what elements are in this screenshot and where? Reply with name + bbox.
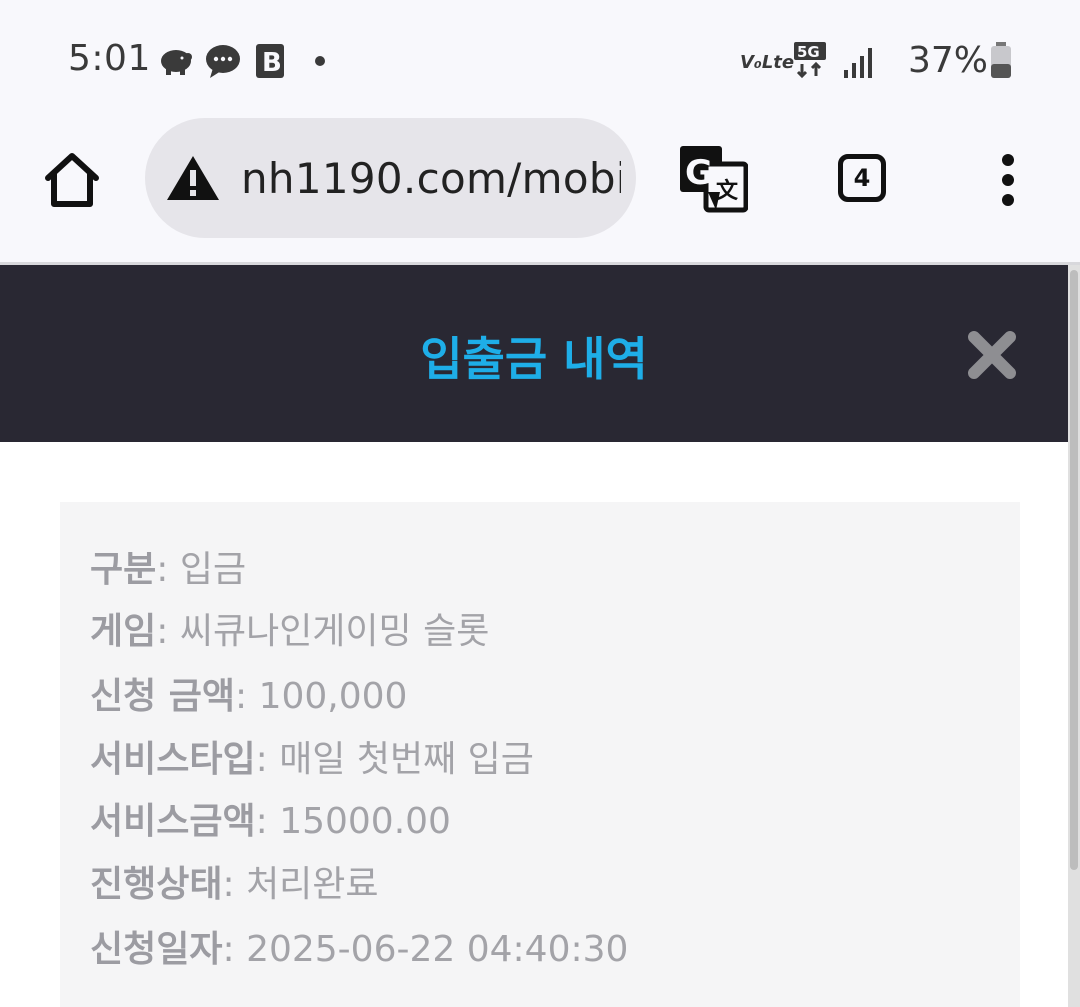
svg-text:5G: 5G: [797, 43, 820, 61]
detail-label: 신청 금액: [90, 676, 236, 717]
url-text: nh1190.com/mobi: [241, 154, 621, 203]
battery-icon: [991, 42, 1011, 78]
transaction-detail-box: 구분: 입금 게임: 씨큐나인게이밍 슬롯 신청 금액: 100,000 서비스…: [60, 502, 1020, 1007]
b-app-icon: B: [256, 44, 284, 78]
piggy-bank-icon: [161, 50, 192, 75]
scroll-thumb[interactable]: [1070, 270, 1078, 870]
detail-value: 입금: [179, 549, 247, 590]
volte-icon: V₀Lte: [740, 52, 794, 73]
detail-label: 서비스금액: [90, 801, 256, 842]
more-dot-icon: [315, 56, 325, 66]
browser-toolbar: nh1190.com/mobi G 文 4: [0, 118, 1080, 263]
warning-icon[interactable]: [165, 154, 221, 202]
detail-label: 서비스타입: [90, 739, 256, 780]
svg-text:G: G: [685, 153, 713, 193]
signal-strength-icon: [843, 48, 872, 78]
signal-icons: V₀Lte 5G: [740, 42, 872, 79]
detail-row-service-amount: 서비스금액: 15000.00: [90, 801, 451, 842]
close-icon[interactable]: [966, 329, 1018, 381]
detail-row-type: 구분: 입금: [90, 549, 247, 590]
detail-value: 매일 첫번째 입금: [279, 739, 534, 780]
detail-value: 씨큐나인게이밍 슬롯: [179, 611, 490, 652]
detail-row-amount: 신청 금액: 100,000: [90, 676, 408, 717]
detail-label: 구분: [90, 549, 157, 590]
battery-percentage: 37%: [907, 39, 988, 81]
chat-bubble-icon: [206, 45, 240, 78]
detail-row-status: 진행상태: 처리완료: [90, 864, 379, 905]
svg-text:文: 文: [716, 178, 739, 204]
page-content: 입출금 내역 구분: 입금 게임: 씨큐나인게이밍 슬롯 신청 금액: 100,…: [0, 265, 1068, 1007]
tab-count-button[interactable]: 4: [838, 154, 886, 202]
detail-row-date: 신청일자: 2025-06-22 04:40:30: [90, 929, 629, 970]
detail-label: 진행상태: [90, 864, 223, 905]
address-bar[interactable]: nh1190.com/mobi: [145, 118, 636, 238]
detail-value: 15000.00: [279, 801, 451, 842]
detail-row-service-type: 서비스타입: 매일 첫번째 입금: [90, 739, 534, 780]
translate-icon[interactable]: G 文: [680, 146, 748, 214]
status-time: 5:01: [68, 38, 151, 79]
more-vert-icon[interactable]: [994, 154, 1022, 206]
detail-label: 게임: [90, 611, 157, 652]
detail-label: 신청일자: [90, 929, 223, 970]
notification-icons: B: [161, 44, 325, 78]
detail-value: 처리완료: [246, 864, 379, 905]
fiveg-icon: 5G: [793, 42, 826, 79]
svg-text:B: B: [262, 48, 282, 78]
detail-row-game: 게임: 씨큐나인게이밍 슬롯: [90, 611, 490, 652]
home-icon[interactable]: [40, 148, 104, 212]
detail-value: 2025-06-22 04:40:30: [246, 929, 629, 970]
modal-header: 입출금 내역: [0, 265, 1068, 442]
system-icons: V₀Lte 5G 37%: [740, 38, 1014, 82]
detail-value: 100,000: [258, 676, 408, 717]
status-bar: 5:01 B V₀Lte 5G 37%: [0, 0, 1080, 118]
modal-title: 입출금 내역: [420, 332, 648, 386]
